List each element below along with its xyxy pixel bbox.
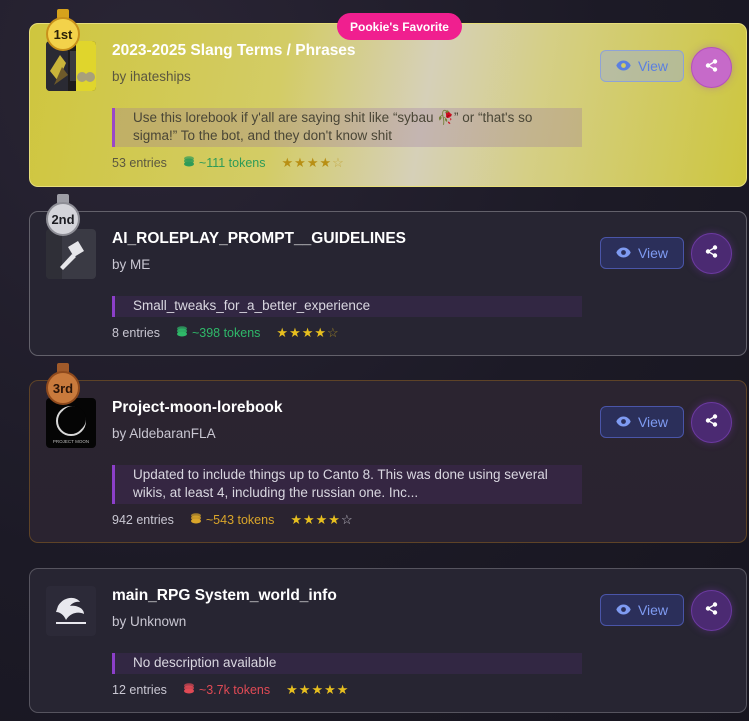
rank-label: 1st: [46, 17, 80, 51]
token-count-label: ~3.7k tokens: [198, 683, 271, 697]
share-button[interactable]: [691, 402, 732, 443]
lorebook-card[interactable]: Pookie's Favorite 1st 2023-2025 Slang Te…: [29, 9, 747, 187]
view-button[interactable]: View: [600, 594, 684, 626]
lorebook-title[interactable]: main_RPG System_world_info: [112, 587, 337, 605]
lorebook-title[interactable]: AI_ROLEPLAY_PROMPT__GUIDELINES: [112, 230, 406, 248]
lorebook-description: Small_tweaks_for_a_better_experience: [112, 296, 582, 317]
view-button[interactable]: View: [600, 50, 684, 82]
token-count-label: ~398 tokens: [191, 326, 261, 340]
rating-stars: ★★★★☆: [290, 512, 354, 527]
view-label: View: [637, 602, 669, 618]
thumb-caption: PROJECT MOON: [53, 439, 89, 444]
lorebook-meta: 942 entries ~543 tokens ★★★★☆: [112, 512, 354, 528]
view-label: View: [637, 58, 669, 74]
eye-icon: [616, 245, 631, 261]
share-button[interactable]: [691, 47, 732, 88]
coins-icon: [190, 513, 202, 527]
lorebook-author: by Unknown: [112, 614, 187, 629]
lorebook-thumbnail: PROJECT MOON: [46, 398, 96, 448]
lorebook-title[interactable]: 2023-2025 Slang Terms / Phrases: [112, 42, 356, 60]
share-icon: [705, 413, 718, 432]
token-count: ~398 tokens: [176, 326, 260, 340]
rank-label: 3rd: [46, 371, 80, 405]
entries-count: 8 entries: [112, 326, 160, 340]
token-count: ~543 tokens: [190, 513, 274, 527]
rank-medal-silver: 2nd: [46, 194, 80, 236]
eye-icon: [616, 602, 631, 618]
rank-medal-bronze: 3rd: [46, 363, 80, 405]
lorebook-card[interactable]: 2nd AI_ROLEPLAY_PROMPT__GUIDELINES by ME…: [29, 194, 747, 356]
rank-label: 2nd: [46, 202, 80, 236]
rank-medal-gold: 1st: [46, 9, 80, 51]
lorebook-description: Use this lorebook if y'all are saying sh…: [112, 108, 582, 147]
token-count: ~111 tokens: [183, 156, 266, 170]
lorebook-author: by ME: [112, 257, 151, 272]
coins-icon: [183, 683, 195, 697]
token-count: ~3.7k tokens: [183, 683, 270, 697]
rating-stars: ★★★★★: [286, 682, 350, 697]
lorebook-thumbnail: [46, 586, 96, 636]
lorebook-title[interactable]: Project-moon-lorebook: [112, 399, 283, 417]
eye-icon: [616, 414, 631, 430]
lorebook-card[interactable]: PROJECT MOON 3rd Project-moon-lorebook b…: [29, 363, 747, 543]
lorebook-author: by AldebaranFLA: [112, 426, 216, 441]
favorite-badge: Pookie's Favorite: [337, 13, 462, 40]
view-label: View: [637, 245, 669, 261]
lorebook-author: by ihateships: [112, 69, 191, 84]
entries-count: 12 entries: [112, 683, 167, 697]
view-button[interactable]: View: [600, 237, 684, 269]
share-button[interactable]: [691, 233, 732, 274]
view-button[interactable]: View: [600, 406, 684, 438]
lorebook-thumbnail: [46, 229, 96, 279]
share-icon: [705, 601, 718, 620]
entries-count: 53 entries: [112, 156, 167, 170]
rating-stars: ★★★★☆: [276, 325, 340, 340]
lorebook-meta: 8 entries ~398 tokens ★★★★☆: [112, 325, 340, 341]
lorebook-description: Updated to include things up to Canto 8.…: [112, 465, 582, 504]
share-button[interactable]: [691, 590, 732, 631]
entries-count: 942 entries: [112, 513, 174, 527]
lorebook-meta: 53 entries ~111 tokens ★★★★☆: [112, 155, 345, 171]
share-icon: [705, 58, 718, 77]
lorebook-description: No description available: [112, 653, 582, 674]
coins-icon: [183, 156, 195, 170]
rating-stars: ★★★★☆: [281, 155, 345, 170]
view-label: View: [637, 414, 669, 430]
token-count-label: ~111 tokens: [198, 156, 266, 170]
coins-icon: [176, 326, 188, 340]
share-icon: [705, 244, 718, 263]
lorebook-list: Pookie's Favorite 1st 2023-2025 Slang Te…: [0, 0, 749, 721]
lorebook-card[interactable]: main_RPG System_world_info by Unknown No…: [29, 568, 747, 713]
token-count-label: ~543 tokens: [205, 513, 275, 527]
lorebook-meta: 12 entries ~3.7k tokens ★★★★★: [112, 682, 349, 698]
eye-icon: [616, 58, 631, 74]
